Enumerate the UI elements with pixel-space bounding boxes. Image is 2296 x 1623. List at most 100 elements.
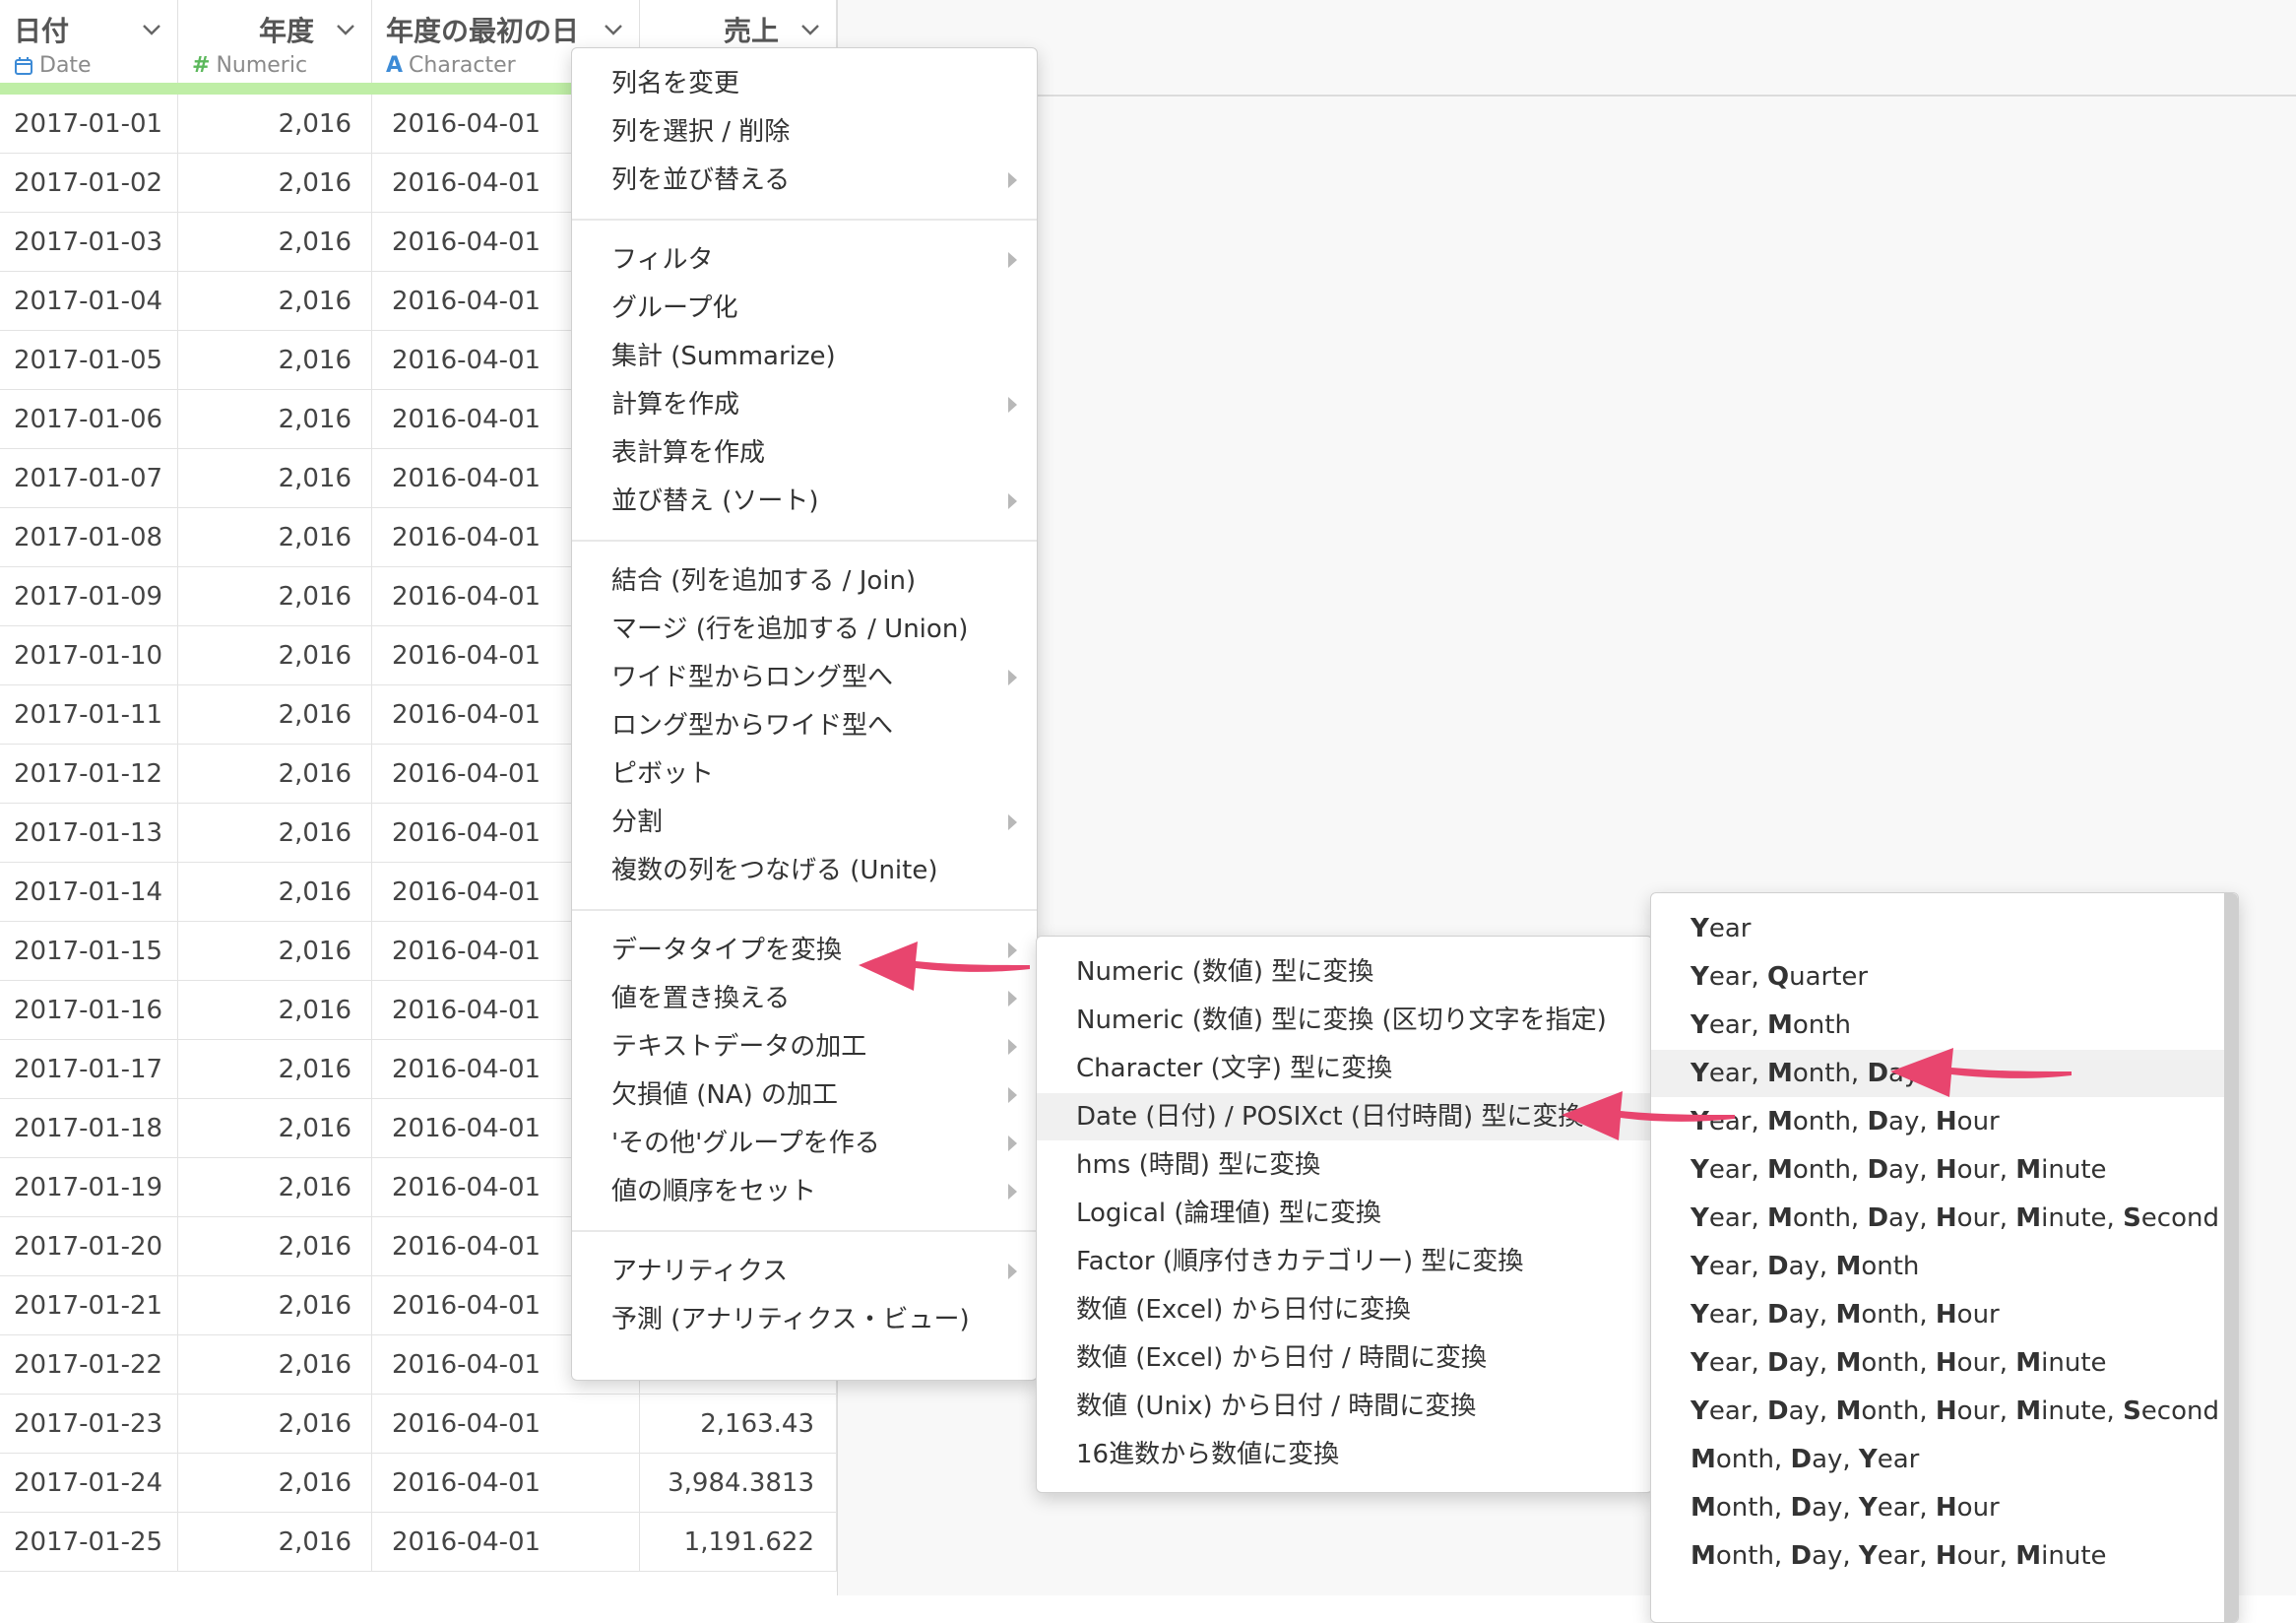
table-row[interactable]: 2017-01-25 2,016 2016-04-01 1,191.622 [0,1513,837,1572]
menu-item[interactable]: 予測 (アナリティクス・ビュー) [572,1296,1037,1343]
chevron-down-icon[interactable] [798,18,822,41]
menu-item[interactable]: ピボット [572,750,1037,798]
menu-item[interactable]: 集計 (Summarize) [572,333,1037,380]
table-cell[interactable]: 2017-01-17 [0,1040,178,1099]
table-cell[interactable]: 2017-01-23 [0,1395,178,1454]
table-cell[interactable]: 3,984.3813 [640,1454,837,1513]
table-cell[interactable]: 2017-01-10 [0,626,178,685]
menu-item[interactable]: Numeric (数値) 型に変換 [1037,948,1652,996]
table-cell[interactable]: 2017-01-15 [0,922,178,981]
menu-item[interactable]: 並び替え (ソート) [572,478,1037,525]
table-cell[interactable]: 2,016 [178,1099,372,1158]
table-cell[interactable]: 2,016 [178,95,372,154]
table-cell[interactable]: 2,163.43 [640,1395,837,1454]
table-cell[interactable]: 2017-01-20 [0,1217,178,1276]
menu-item[interactable]: マージ (行を追加する / Union) [572,606,1037,653]
table-cell[interactable]: 2,016 [178,1335,372,1395]
menu-item[interactable]: 数値 (Unix) から日付 / 時間に変換 [1037,1383,1652,1430]
table-cell[interactable]: 2,016 [178,745,372,804]
menu-item[interactable]: 計算を作成 [572,381,1037,428]
column-header-year[interactable]: 年度 # Numeric [178,0,372,83]
table-cell[interactable]: 2016-04-01 [372,1454,640,1513]
menu-item[interactable]: 列名を変更 [572,60,1037,107]
table-cell[interactable]: 2016-04-01 [372,1513,640,1572]
table-cell[interactable]: 2,016 [178,804,372,863]
menu-item[interactable]: 'その他'グループを作る [572,1120,1037,1167]
table-cell[interactable]: 2,016 [178,331,372,390]
table-cell[interactable]: 2,016 [178,685,372,745]
menu-item[interactable]: 分割 [572,799,1037,846]
table-cell[interactable]: 2017-01-18 [0,1099,178,1158]
menu-item[interactable]: ワイド型からロング型へ [572,654,1037,701]
table-cell[interactable]: 2,016 [178,508,372,567]
table-cell[interactable]: 2017-01-21 [0,1276,178,1335]
table-cell[interactable]: 2,016 [178,922,372,981]
table-cell[interactable]: 2017-01-05 [0,331,178,390]
table-cell[interactable]: 2017-01-19 [0,1158,178,1217]
table-cell[interactable]: 2,016 [178,863,372,922]
table-cell[interactable]: 2,016 [178,1217,372,1276]
menu-item[interactable]: Year, Month, Day, Hour, Minute, Second [1651,1195,2224,1242]
table-cell[interactable]: 2,016 [178,1395,372,1454]
menu-item[interactable]: Month, Day, Year [1651,1436,2224,1483]
menu-item[interactable]: Month, Day, Year, Hour [1651,1484,2224,1531]
chevron-down-icon[interactable] [334,18,357,41]
menu-item[interactable]: 表計算を作成 [572,429,1037,477]
table-cell[interactable]: 2,016 [178,213,372,272]
table-cell[interactable]: 2017-01-04 [0,272,178,331]
table-cell[interactable]: 2,016 [178,567,372,626]
menu-item[interactable]: 数値 (Excel) から日付に変換 [1037,1286,1652,1333]
table-cell[interactable]: 2,016 [178,1158,372,1217]
menu-item[interactable]: Year, Day, Month, Hour, Minute, Second [1651,1388,2224,1435]
menu-item[interactable]: アナリティクス [572,1248,1037,1295]
menu-item[interactable]: ロング型からワイド型へ [572,702,1037,749]
table-cell[interactable]: 2,016 [178,1454,372,1513]
menu-item[interactable]: Year, Quarter [1651,953,2224,1001]
menu-item[interactable]: 数値 (Excel) から日付 / 時間に変換 [1037,1334,1652,1382]
table-cell[interactable]: 2017-01-06 [0,390,178,449]
chevron-down-icon[interactable] [140,18,163,41]
table-cell[interactable]: 2017-01-08 [0,508,178,567]
table-row[interactable]: 2017-01-23 2,016 2016-04-01 2,163.43 [0,1395,837,1454]
menu-item[interactable]: テキストデータの加工 [572,1023,1037,1071]
menu-item[interactable]: Year, Day, Month, Hour [1651,1291,2224,1338]
menu-item[interactable]: Factor (順序付きカテゴリー) 型に変換 [1037,1238,1652,1285]
menu-item[interactable]: 複数の列をつなげる (Unite) [572,847,1037,894]
table-cell[interactable]: 2,016 [178,626,372,685]
menu-item[interactable]: 結合 (列を追加する / Join) [572,557,1037,605]
menu-item[interactable]: Year, Day, Month, Hour, Minute [1651,1339,2224,1387]
menu-item[interactable]: フィルタ [572,236,1037,284]
table-cell[interactable]: 2017-01-07 [0,449,178,508]
table-cell[interactable]: 2017-01-16 [0,981,178,1040]
menu-item[interactable]: Month, Day, Year, Hour, Minute [1651,1532,2224,1580]
table-cell[interactable]: 2,016 [178,1513,372,1572]
table-cell[interactable]: 2,016 [178,272,372,331]
table-cell[interactable]: 2017-01-09 [0,567,178,626]
menu-item[interactable]: Numeric (数値) 型に変換 (区切り文字を指定) [1037,997,1652,1044]
table-row[interactable]: 2017-01-24 2,016 2016-04-01 3,984.3813 [0,1454,837,1513]
table-cell[interactable]: 2,016 [178,1276,372,1335]
table-cell[interactable]: 2,016 [178,1040,372,1099]
table-cell[interactable]: 2,016 [178,981,372,1040]
menu-item[interactable]: Year, Day, Month [1651,1243,2224,1290]
table-cell[interactable]: 2017-01-02 [0,154,178,213]
chevron-down-icon[interactable] [602,18,625,41]
menu-item[interactable]: 値の順序をセット [572,1168,1037,1215]
menu-item[interactable]: Logical (論理値) 型に変換 [1037,1190,1652,1237]
table-cell[interactable]: 2017-01-12 [0,745,178,804]
table-cell[interactable]: 2017-01-13 [0,804,178,863]
table-cell[interactable]: 2017-01-25 [0,1513,178,1572]
table-cell[interactable]: 2017-01-14 [0,863,178,922]
menu-item[interactable]: Year [1651,905,2224,952]
column-header-date[interactable]: 日付 Date [0,0,178,83]
menu-item[interactable]: 列を選択 / 削除 [572,108,1037,156]
table-cell[interactable]: 2017-01-11 [0,685,178,745]
table-cell[interactable]: 2017-01-22 [0,1335,178,1395]
menu-item[interactable]: 列を並び替える [572,157,1037,204]
table-cell[interactable]: 1,191.622 [640,1513,837,1572]
table-cell[interactable]: 2016-04-01 [372,1395,640,1454]
menu-item[interactable]: グループ化 [572,285,1037,332]
table-cell[interactable]: 2,016 [178,449,372,508]
table-cell[interactable]: 2,016 [178,154,372,213]
menu-item[interactable]: 欠損値 (NA) の加工 [572,1071,1037,1119]
